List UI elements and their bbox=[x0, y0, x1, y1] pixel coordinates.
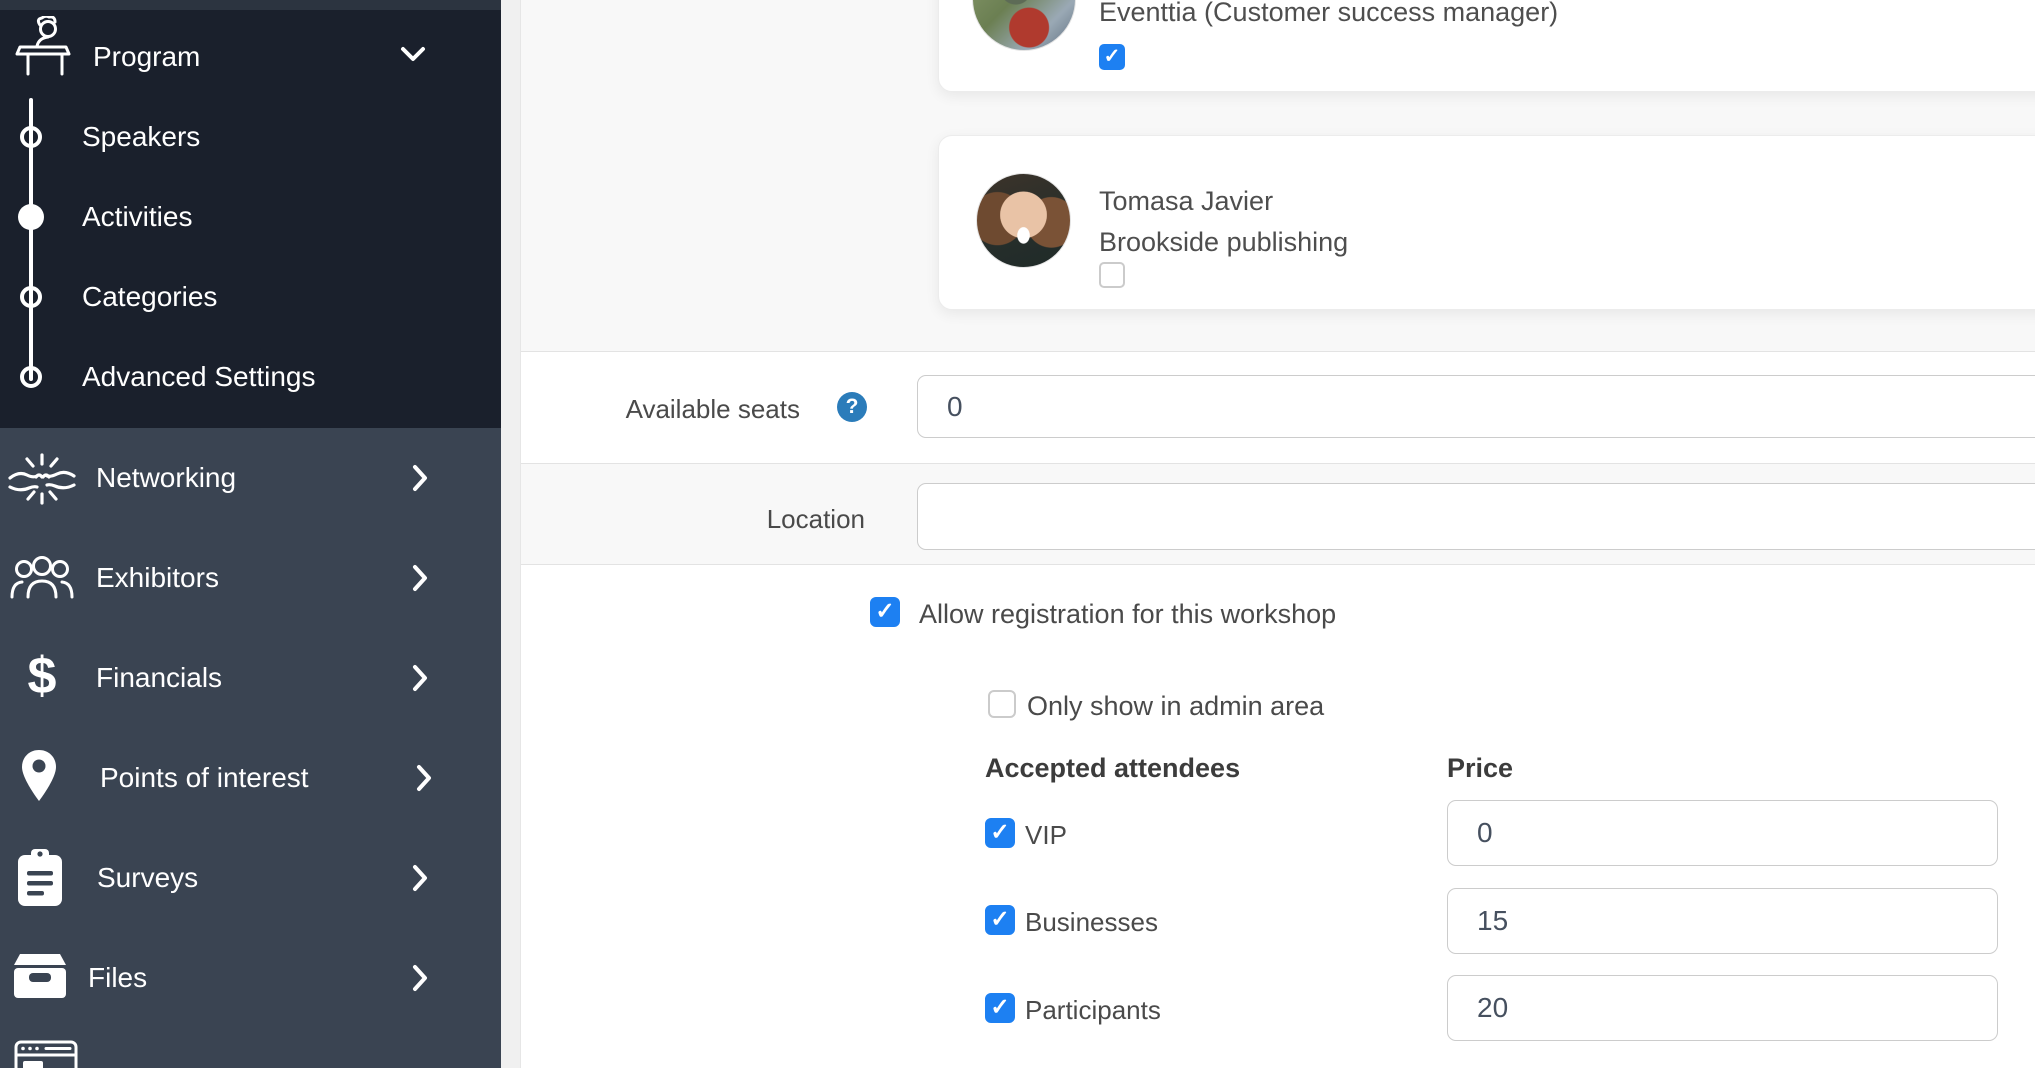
dollar-icon: $ bbox=[14, 648, 70, 704]
podium-speaker-icon bbox=[14, 16, 76, 87]
chevron-right-icon[interactable] bbox=[412, 664, 428, 697]
vip-price-input[interactable] bbox=[1447, 800, 1998, 866]
location-label: Location bbox=[665, 504, 865, 535]
timeline-dot-categories bbox=[20, 286, 42, 308]
participants-price-input[interactable] bbox=[1447, 975, 1998, 1041]
fist-bump-icon bbox=[8, 450, 76, 515]
sidebar-top-strip bbox=[0, 0, 501, 10]
only-admin-label: Only show in admin area bbox=[1027, 691, 1324, 722]
sidebar-item-advanced-settings[interactable]: Advanced Settings bbox=[82, 361, 316, 393]
sidebar-item-program[interactable]: Program bbox=[93, 41, 200, 73]
participants-checkbox[interactable] bbox=[985, 993, 1015, 1023]
timeline-dot-speakers bbox=[20, 126, 42, 148]
sidebar-item-speakers[interactable]: Speakers bbox=[82, 121, 200, 153]
location-input[interactable] bbox=[917, 483, 2035, 550]
main-content: Eventtia (Customer success manager) Toma… bbox=[521, 0, 2035, 1068]
allow-registration-checkbox[interactable] bbox=[870, 597, 900, 627]
chevron-right-icon[interactable] bbox=[412, 964, 428, 997]
chevron-down-icon[interactable] bbox=[400, 46, 426, 67]
speaker-name: Eventtia (Customer success manager) bbox=[1099, 0, 1558, 28]
speaker-select-checkbox[interactable] bbox=[1099, 44, 1125, 70]
sidebar-item-files[interactable]: Files bbox=[88, 962, 147, 994]
sidebar: Program Speakers Activities Categories A… bbox=[0, 0, 501, 1068]
businesses-label: Businesses bbox=[1025, 907, 1158, 938]
businesses-checkbox[interactable] bbox=[985, 905, 1015, 935]
question-help-icon[interactable]: ? bbox=[837, 392, 867, 422]
sidebar-item-activities[interactable]: Activities bbox=[82, 201, 192, 233]
content-gutter bbox=[501, 0, 521, 1068]
price-header: Price bbox=[1447, 753, 1513, 784]
chevron-right-icon[interactable] bbox=[412, 464, 428, 497]
businesses-price-input[interactable] bbox=[1447, 888, 1998, 954]
speaker-name: Tomasa Javier bbox=[1099, 186, 1273, 217]
chevron-right-icon[interactable] bbox=[416, 764, 432, 797]
archive-box-icon bbox=[12, 952, 68, 1005]
avatar bbox=[972, 0, 1076, 51]
map-pin-icon bbox=[20, 748, 58, 809]
timeline-dot-activities-active bbox=[18, 204, 44, 230]
sidebar-item-networking[interactable]: Networking bbox=[96, 462, 236, 494]
clipboard-icon bbox=[16, 848, 64, 913]
available-seats-label: Available seats bbox=[581, 394, 800, 425]
sidebar-item-surveys[interactable]: Surveys bbox=[97, 862, 198, 894]
vip-checkbox[interactable] bbox=[985, 818, 1015, 848]
sidebar-item-points-of-interest[interactable]: Points of interest bbox=[100, 762, 309, 794]
people-group-icon bbox=[10, 552, 74, 607]
allow-registration-label: Allow registration for this workshop bbox=[919, 599, 1336, 630]
sidebar-item-exhibitors[interactable]: Exhibitors bbox=[96, 562, 219, 594]
chevron-right-icon[interactable] bbox=[412, 564, 428, 597]
speaker-card-eventtia[interactable]: Eventtia (Customer success manager) bbox=[938, 0, 2035, 92]
chevron-right-icon[interactable] bbox=[412, 864, 428, 897]
avatar bbox=[976, 173, 1071, 268]
sidebar-item-financials[interactable]: Financials bbox=[96, 662, 222, 694]
vip-label: VIP bbox=[1025, 820, 1067, 851]
speaker-company: Brookside publishing bbox=[1099, 227, 1348, 258]
speaker-select-checkbox[interactable] bbox=[1099, 262, 1125, 288]
available-seats-input[interactable] bbox=[917, 375, 2035, 438]
participants-label: Participants bbox=[1025, 995, 1161, 1026]
timeline-dot-advanced-settings bbox=[20, 366, 42, 388]
sidebar-item-categories[interactable]: Categories bbox=[82, 281, 217, 313]
accepted-attendees-header: Accepted attendees bbox=[985, 753, 1240, 784]
speaker-card-tomasa[interactable]: Tomasa Javier Brookside publishing bbox=[938, 135, 2035, 310]
browser-window-icon bbox=[14, 1040, 78, 1091]
only-admin-checkbox[interactable] bbox=[988, 690, 1016, 718]
